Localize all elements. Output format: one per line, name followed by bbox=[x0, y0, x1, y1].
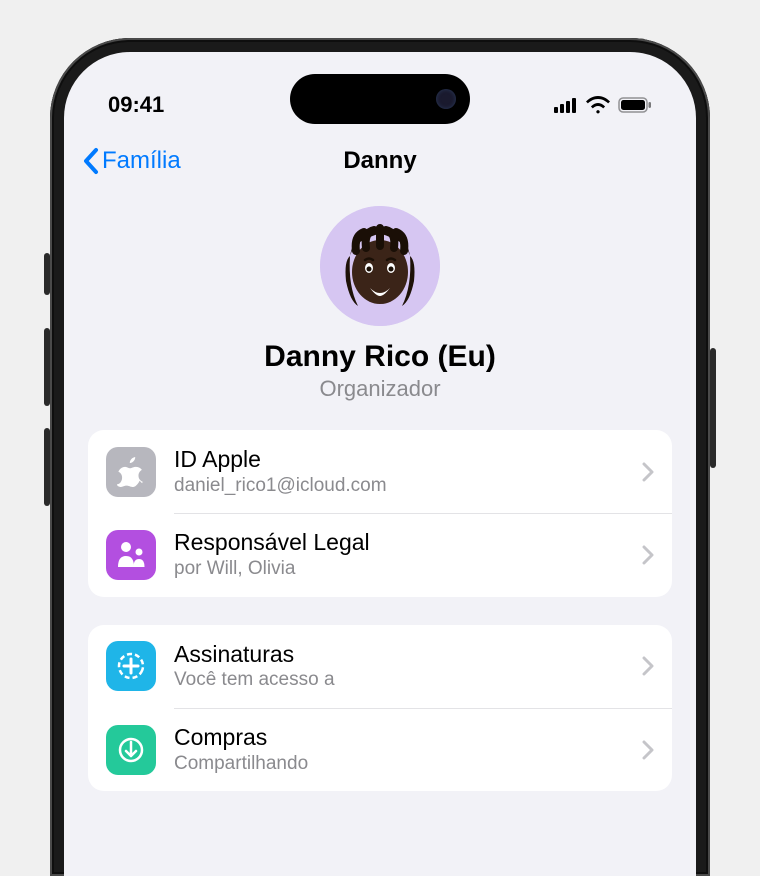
subscriptions-icon bbox=[106, 641, 156, 691]
chevron-right-icon bbox=[642, 740, 654, 760]
chevron-right-icon bbox=[642, 462, 654, 482]
list-group-account: ID Apple daniel_rico1@icloud.com Respons… bbox=[88, 430, 672, 597]
side-button bbox=[44, 328, 50, 406]
purchases-icon bbox=[106, 725, 156, 775]
back-label: Família bbox=[102, 147, 181, 175]
row-text: Assinaturas Você tem acesso a bbox=[174, 641, 624, 692]
camera-icon bbox=[436, 89, 456, 109]
chevron-right-icon bbox=[642, 545, 654, 565]
side-button bbox=[710, 348, 716, 468]
chevron-left-icon bbox=[82, 147, 100, 175]
dynamic-island bbox=[290, 74, 470, 124]
row-apple-id[interactable]: ID Apple daniel_rico1@icloud.com bbox=[88, 430, 672, 513]
row-subtitle: por Will, Olivia bbox=[174, 557, 624, 581]
nav-bar: Família Danny bbox=[64, 130, 696, 188]
row-title: ID Apple bbox=[174, 446, 624, 474]
profile-section: Danny Rico (Eu) Organizador bbox=[64, 188, 696, 430]
profile-role: Organizador bbox=[319, 376, 440, 402]
row-purchases[interactable]: Compras Compartilhando bbox=[88, 708, 672, 791]
row-text: Responsável Legal por Will, Olivia bbox=[174, 529, 624, 580]
wifi-icon bbox=[586, 96, 610, 114]
phone-frame: 09:41 Família Danny bbox=[50, 38, 710, 876]
status-indicators bbox=[532, 96, 652, 114]
profile-name: Danny Rico (Eu) bbox=[264, 340, 496, 374]
row-subtitle: Compartilhando bbox=[174, 752, 624, 776]
side-button bbox=[44, 428, 50, 506]
row-title: Compras bbox=[174, 724, 624, 752]
screen: 09:41 Família Danny bbox=[64, 52, 696, 876]
row-text: ID Apple daniel_rico1@icloud.com bbox=[174, 446, 624, 497]
row-title: Responsável Legal bbox=[174, 529, 624, 557]
nav-title: Danny bbox=[343, 147, 416, 175]
side-button bbox=[44, 253, 50, 295]
list-group-sharing: Assinaturas Você tem acesso a Compras Co… bbox=[88, 625, 672, 792]
avatar[interactable] bbox=[320, 206, 440, 326]
chevron-right-icon bbox=[642, 656, 654, 676]
row-subtitle: daniel_rico1@icloud.com bbox=[174, 474, 624, 498]
guardian-icon bbox=[106, 530, 156, 580]
cellular-icon bbox=[554, 97, 578, 113]
row-subtitle: Você tem acesso a bbox=[174, 668, 624, 692]
row-text: Compras Compartilhando bbox=[174, 724, 624, 775]
apple-icon bbox=[106, 447, 156, 497]
row-subscriptions[interactable]: Assinaturas Você tem acesso a bbox=[88, 625, 672, 708]
row-guardian[interactable]: Responsável Legal por Will, Olivia bbox=[88, 513, 672, 596]
battery-icon bbox=[618, 97, 652, 113]
row-title: Assinaturas bbox=[174, 641, 624, 669]
back-button[interactable]: Família bbox=[82, 147, 181, 175]
status-time: 09:41 bbox=[108, 92, 228, 118]
